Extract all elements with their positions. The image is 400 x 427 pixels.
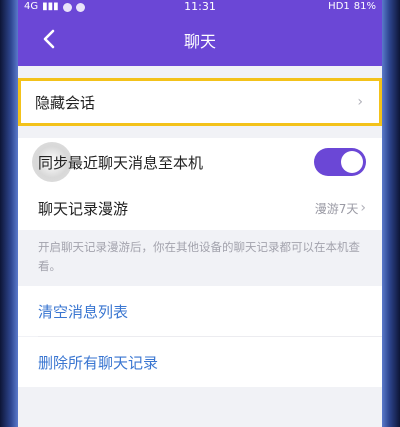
nav-header: 聊天: [18, 14, 382, 66]
status-time: 11:31: [184, 0, 216, 13]
status-bar: 4G ▮▮▮ 11:31 HD1 81%: [18, 0, 382, 14]
hidden-chat-label: 隐藏会话: [35, 93, 96, 112]
delete-all-row[interactable]: 删除所有聊天记录: [18, 337, 382, 387]
roaming-hint: 开启聊天记录漫游后，你在其他设备的聊天记录都可以在本机查看。: [18, 230, 382, 286]
clear-list-row[interactable]: 清空消息列表: [18, 286, 382, 336]
roaming-label: 聊天记录漫游: [38, 199, 129, 218]
chevron-right-icon: ›: [357, 94, 363, 110]
page-title: 聊天: [183, 32, 216, 51]
delete-all-button[interactable]: 删除所有聊天记录: [38, 352, 158, 373]
clear-list-button[interactable]: 清空消息列表: [38, 301, 128, 322]
sync-recent-label: 同步最近聊天消息至本机: [38, 153, 204, 172]
toggle-knob: [341, 151, 363, 173]
sync-recent-toggle[interactable]: [314, 148, 366, 176]
chevron-right-icon: ›: [360, 200, 366, 216]
hidden-chat-row[interactable]: 隐藏会话 ›: [18, 78, 382, 126]
roaming-row[interactable]: 聊天记录漫游 漫游7天 ›: [18, 186, 382, 230]
phone-screen: 4G ▮▮▮ 11:31 HD1 81% 聊天 隐藏会话 › 同步最近聊天消息至…: [18, 0, 382, 427]
chevron-left-icon[interactable]: [40, 28, 58, 50]
phone-frame-left: [0, 0, 18, 427]
phone-frame-right: [382, 0, 400, 427]
sync-recent-row: 同步最近聊天消息至本机: [18, 138, 382, 186]
roaming-value: 漫游7天: [314, 201, 359, 216]
